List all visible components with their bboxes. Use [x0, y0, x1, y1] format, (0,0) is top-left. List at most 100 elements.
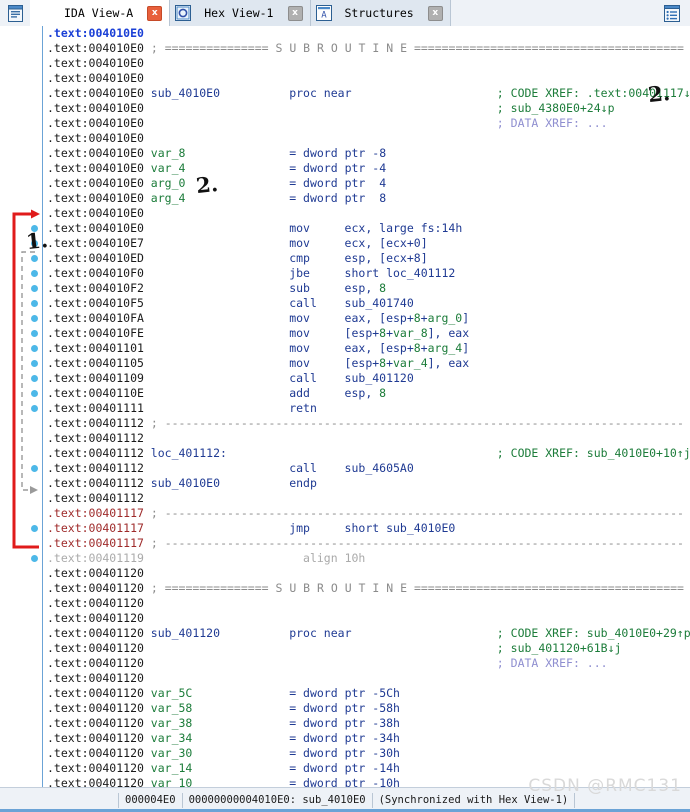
code-line[interactable]: .text:00401112 sub_4010E0 endp [43, 476, 690, 491]
gutter-dot[interactable] [31, 285, 38, 292]
line-address: .text:004010F2 [47, 281, 144, 295]
code-line[interactable]: .text:00401120 sub_401120 proc near ; CODE … [43, 626, 690, 641]
code-line[interactable]: .text:004010E0 [43, 56, 690, 71]
disassembly-pane[interactable]: .text:004010E0 .text:004010E0; ==========… [0, 26, 690, 788]
gutter-dot[interactable] [31, 225, 38, 232]
code-line[interactable]: .text:004010E0 ; DATA XREF: ... [43, 116, 690, 131]
code-line[interactable]: .text:004010E0 [43, 71, 690, 86]
code-line[interactable]: .text:00401120 ; sub_401120+61B↓j [43, 641, 690, 656]
tab-ida-view-a[interactable]: IDA View-A x [30, 0, 171, 28]
code-line[interactable]: .text:0040110E add esp, 8 [43, 386, 690, 401]
code-line[interactable]: .text:004010E0 arg_4 = dword ptr 8 [43, 191, 690, 206]
code-token: ; =============== S U B R O U T I N E ==… [150, 41, 684, 55]
code-token: = dword ptr 4 [289, 176, 387, 190]
code-token: + [386, 356, 394, 370]
code-line[interactable]: .text:004010FE mov [esp+ 8 + var_8], eax [43, 326, 690, 341]
code-line[interactable]: .text:00401117 jmp short sub_4010E0 [43, 521, 690, 536]
gutter-dot[interactable] [31, 525, 38, 532]
code-line[interactable]: .text:00401120 [43, 611, 690, 626]
document-list-icon[interactable] [0, 0, 30, 26]
code-token: = dword ptr -5Ch [289, 686, 400, 700]
code-line[interactable]: .text:00401117 ; ------------------------… [43, 506, 690, 521]
code-line[interactable]: .text:00401120 var_58 = dword ptr -58h [43, 701, 690, 716]
gutter-dot[interactable] [31, 330, 38, 337]
gutter-dot[interactable] [31, 405, 38, 412]
code-line[interactable]: .text:004010FA mov eax, [esp+ 8 + arg_0] [43, 311, 690, 326]
close-icon[interactable]: x [427, 5, 443, 21]
structures-list-icon[interactable] [654, 0, 690, 26]
code-token: add [289, 386, 310, 400]
code-line[interactable]: .text:004010F5 call sub_401740 [43, 296, 690, 311]
gutter-dot[interactable] [31, 465, 38, 472]
tab-hex-view-1[interactable]: Hex View-1 x [170, 0, 311, 26]
code-token: 8 [379, 281, 387, 295]
gutter-dot[interactable] [31, 315, 38, 322]
gutter-dot[interactable] [31, 360, 38, 367]
code-line[interactable]: .text:004010E0 [43, 26, 690, 41]
close-icon[interactable]: x [147, 5, 163, 21]
code-line[interactable]: .text:004010E0 arg_0 = dword ptr 4 [43, 176, 690, 191]
code-line[interactable]: .text:00401105 mov [esp+ 8 + var_4], eax [43, 356, 690, 371]
code-token: var_5C [150, 686, 193, 700]
code-token: ; CODE XREF: sub_4010E0+29↑p [496, 626, 690, 640]
code-line[interactable]: .text:00401112 [43, 431, 690, 446]
gutter-dot[interactable] [31, 240, 38, 247]
code-line[interactable]: .text:00401120 ; =============== S U B R … [43, 581, 690, 596]
code-line[interactable]: .text:00401120 ; DATA XREF: ... [43, 656, 690, 671]
code-line[interactable]: .text:00401101 mov eax, [esp+ 8 + arg_4] [43, 341, 690, 356]
gutter-dot[interactable] [31, 390, 38, 397]
code-token: sub_4010E0 [150, 476, 221, 490]
gutter-dot[interactable] [31, 300, 38, 307]
code-token: = dword ptr -8 [289, 146, 387, 160]
code-line[interactable]: .text:004010E0 var_8 = dword ptr -8 [43, 146, 690, 161]
code-token: call [289, 461, 317, 475]
code-line[interactable]: .text:00401109 call sub_401120 [43, 371, 690, 386]
tab-structures[interactable]: A Structures x [310, 0, 451, 26]
code-line[interactable]: .text:00401112 loc_401112: ; CODE XREF: su… [43, 446, 690, 461]
line-address: .text:00401117 [47, 536, 144, 550]
gutter-dot[interactable] [31, 255, 38, 262]
code-token: [esp+ [344, 356, 380, 370]
code-line[interactable]: .text:004010F0 jbe short loc_401112 [43, 266, 690, 281]
code-line[interactable]: .text:004010E7 mov ecx, [ecx+0] [43, 236, 690, 251]
code-line[interactable]: .text:00401120 var_38 = dword ptr -38h [43, 716, 690, 731]
code-line[interactable]: .text:00401120 var_30 = dword ptr -30h [43, 746, 690, 761]
line-address: .text:00401101 [47, 341, 144, 355]
code-line[interactable]: .text:00401120 var_5C = dword ptr -5Ch [43, 686, 690, 701]
code-line[interactable]: .text:004010F2 sub esp, 8 [43, 281, 690, 296]
code-line[interactable]: .text:004010E0 ; =============== S U B R … [43, 41, 690, 56]
code-line[interactable]: .text:00401120 [43, 566, 690, 581]
gutter-dot[interactable] [31, 555, 38, 562]
code-line[interactable]: .text:004010ED cmp esp, [ecx+8] [43, 251, 690, 266]
code-line[interactable]: .text:00401117 ; ------------------------… [43, 536, 690, 551]
code-line[interactable]: .text:00401111 retn [43, 401, 690, 416]
line-address: .text:00401105 [47, 356, 144, 370]
close-icon[interactable]: x [287, 5, 303, 21]
code-listing[interactable]: .text:004010E0 .text:004010E0; ==========… [42, 26, 690, 788]
line-address: .text:00401109 [47, 371, 144, 385]
gutter-dot[interactable] [31, 375, 38, 382]
code-line[interactable]: .text:004010E0 var_4 = dword ptr -4 [43, 161, 690, 176]
code-line[interactable]: .text:004010E0 sub_4010E0 proc near ; CODE … [43, 86, 690, 101]
code-token: mov [289, 341, 310, 355]
code-line[interactable]: .text:004010E0 ; sub_4380E0+24↓p [43, 101, 690, 116]
code-line[interactable]: .text:00401112 call sub_4605A0 [43, 461, 690, 476]
code-token: ], eax [427, 326, 470, 340]
code-line[interactable]: .text:004010E0 mov ecx, large fs:14h [43, 221, 690, 236]
gutter-dot[interactable] [31, 345, 38, 352]
code-line[interactable]: .text:004010E0 [43, 206, 690, 221]
code-line[interactable]: .text:00401112 ; ------------------------… [43, 416, 690, 431]
line-address: .text:00401120 [47, 701, 144, 715]
code-line[interactable]: .text:00401112 [43, 491, 690, 506]
gutter-dot[interactable] [31, 270, 38, 277]
line-address: .text:00401117 [47, 506, 144, 520]
code-line[interactable]: .text:00401120 [43, 671, 690, 686]
code-line[interactable]: .text:00401119 align 10h [43, 551, 690, 566]
code-line[interactable]: .text:00401120 [43, 596, 690, 611]
code-line[interactable]: .text:00401120 var_34 = dword ptr -34h [43, 731, 690, 746]
code-line[interactable]: .text:00401120 var_14 = dword ptr -14h [43, 761, 690, 776]
code-line[interactable]: .text:004010E0 [43, 131, 690, 146]
code-token: ; CODE XREF: sub_4010E0+10↑j [496, 446, 690, 460]
code-token: = dword ptr -30h [289, 746, 400, 760]
structures-icon: A [311, 5, 337, 21]
